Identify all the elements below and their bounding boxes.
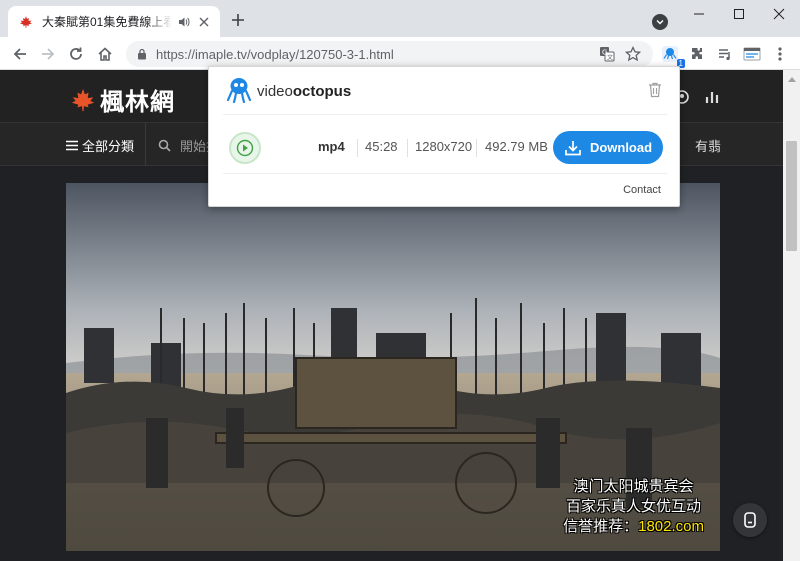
octopus-logo-icon xyxy=(227,78,251,104)
tab-search-icon[interactable] xyxy=(652,14,668,30)
videooctopus-extension-icon[interactable]: 1 xyxy=(659,43,685,68)
popup-divider xyxy=(223,114,667,115)
floating-action-button[interactable] xyxy=(733,503,767,537)
meta-separator xyxy=(407,139,408,157)
speaker-icon[interactable] xyxy=(176,14,192,30)
site-logo[interactable]: 楓林網 xyxy=(70,82,175,117)
url-text: https://imaple.tv/vodplay/120750-3-1.htm… xyxy=(156,46,394,62)
ranking-chart-icon[interactable] xyxy=(703,88,721,106)
lock-icon[interactable] xyxy=(136,47,148,61)
brand-text: videooctopus xyxy=(257,83,351,100)
meta-separator xyxy=(357,139,358,157)
search-icon xyxy=(158,139,171,152)
media-duration: 45:28 xyxy=(365,139,398,154)
media-size: 492.79 MB xyxy=(485,139,548,154)
bookmark-star-icon[interactable] xyxy=(624,45,642,63)
forward-icon[interactable] xyxy=(37,43,59,65)
nav-link-right[interactable]: 有翡 xyxy=(677,136,721,155)
all-categories-menu[interactable]: 全部分類 xyxy=(66,136,134,155)
reload-icon[interactable] xyxy=(65,43,87,65)
back-icon[interactable] xyxy=(9,43,31,65)
mobile-device-icon xyxy=(744,512,756,528)
download-button[interactable]: Download xyxy=(553,131,663,164)
play-preview-button[interactable] xyxy=(229,132,261,164)
trash-icon[interactable] xyxy=(647,81,663,99)
caption-prefix: 信誉推荐： xyxy=(563,518,639,535)
extensions-puzzle-icon[interactable] xyxy=(686,43,708,65)
popup-divider xyxy=(223,173,667,174)
caption-line-1: 澳门太阳城贵宾会 xyxy=(573,478,694,495)
translate-icon[interactable]: G文 xyxy=(598,45,616,63)
page-scrollbar[interactable] xyxy=(783,70,800,561)
scroll-up-arrow-icon[interactable] xyxy=(783,70,800,87)
all-categories-label: 全部分類 xyxy=(82,139,135,154)
caption-line-3: 信誉推荐：1802.com xyxy=(563,517,704,537)
contact-link[interactable]: Contact xyxy=(623,184,661,196)
scroll-thumb[interactable] xyxy=(786,141,797,251)
close-tab-icon[interactable] xyxy=(196,14,212,30)
maple-leaf-icon xyxy=(18,14,34,30)
minimize-icon[interactable] xyxy=(688,5,710,23)
home-icon[interactable] xyxy=(94,43,116,65)
brand-text-bold: octopus xyxy=(292,82,352,100)
download-label: Download xyxy=(589,140,653,155)
video-watermark-caption: 澳门太阳城贵宾会 百家乐真人女优互动 信誉推荐：1802.com xyxy=(563,477,704,537)
maximize-icon[interactable] xyxy=(728,5,750,23)
popup-brand: videooctopus xyxy=(227,77,351,105)
hamburger-icon xyxy=(66,140,78,151)
tab-title: 大秦賦第01集免費線上看 - 楓林網 xyxy=(42,15,172,29)
media-row: mp4 45:28 1280x720 492.79 MB Download xyxy=(223,127,667,167)
new-tab-button[interactable] xyxy=(228,10,248,30)
play-icon xyxy=(236,139,254,157)
caption-line-2: 百家乐真人女优互动 xyxy=(566,498,702,515)
tab-strip: 大秦賦第01集免費線上看 - 楓林網 xyxy=(0,0,800,37)
brand-text-light: video xyxy=(257,82,293,100)
close-window-icon[interactable] xyxy=(768,5,790,23)
media-resolution: 1280x720 xyxy=(415,139,473,154)
maple-leaf-logo-icon xyxy=(71,88,95,111)
nav-divider xyxy=(145,123,146,166)
address-bar[interactable]: https://imaple.tv/vodplay/120750-3-1.htm… xyxy=(126,41,653,67)
site-logo-text: 楓林網 xyxy=(100,89,175,116)
caption-site: 1802.com xyxy=(638,518,704,535)
media-queue-icon[interactable] xyxy=(714,43,736,65)
more-menu-icon[interactable] xyxy=(769,43,791,65)
meta-separator xyxy=(476,139,477,157)
nav-link-label: 有翡 xyxy=(695,139,722,154)
videooctopus-popup: videooctopus mp4 45:28 1280x720 492.79 M… xyxy=(208,66,680,207)
profile-avatar-icon[interactable] xyxy=(741,43,763,65)
download-icon xyxy=(564,139,582,157)
media-format: mp4 xyxy=(318,139,345,154)
browser-tab[interactable]: 大秦賦第01集免費線上看 - 楓林網 xyxy=(8,6,220,37)
video-player[interactable]: 澳门太阳城贵宾会 百家乐真人女优互动 信誉推荐：1802.com xyxy=(66,183,720,551)
svg-text:文: 文 xyxy=(607,54,613,62)
